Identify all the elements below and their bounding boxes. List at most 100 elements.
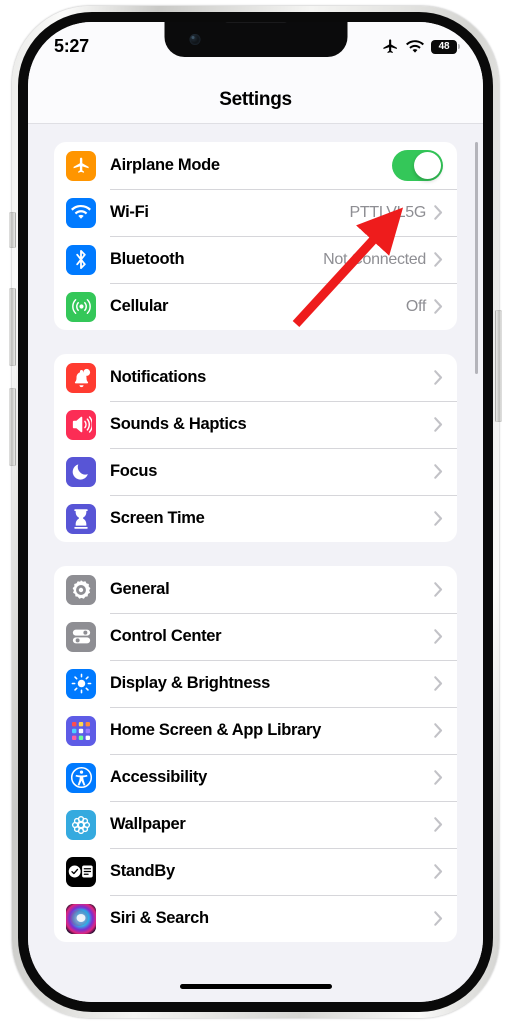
- settings-row-label: Home Screen & App Library: [110, 721, 322, 739]
- bluetooth-icon: [66, 244, 96, 275]
- row-separator: [110, 895, 457, 896]
- airplane-icon: [382, 38, 399, 55]
- chevron-right-icon: [434, 911, 443, 926]
- row-separator: [110, 848, 457, 849]
- row-separator: [110, 448, 457, 449]
- settings-row-label: Focus: [110, 462, 158, 480]
- front-camera-icon: [189, 34, 200, 45]
- row-separator: [110, 189, 457, 190]
- chevron-right-icon: [434, 370, 443, 385]
- wifi-icon: [406, 39, 424, 54]
- settings-row-control-center[interactable]: Control Center: [54, 613, 457, 660]
- bell-icon: [66, 362, 96, 393]
- row-separator: [110, 495, 457, 496]
- settings-row-sounds-haptics[interactable]: Sounds & Haptics: [54, 401, 457, 448]
- settings-group-system: General Control Center Display & Brightn…: [54, 566, 457, 942]
- earpiece-speaker: [224, 22, 287, 23]
- settings-row-label: Screen Time: [110, 509, 205, 527]
- settings-row-label: Control Center: [110, 627, 222, 645]
- chevron-right-icon: [434, 582, 443, 597]
- settings-row-cellular[interactable]: Cellular Off: [54, 283, 457, 330]
- row-separator: [110, 801, 457, 802]
- settings-row-wi-fi[interactable]: Wi-Fi PTTLVL5G: [54, 189, 457, 236]
- chevron-right-icon: [434, 511, 443, 526]
- chevron-right-icon: [434, 252, 443, 267]
- vertical-scrollbar[interactable]: [475, 142, 478, 374]
- settings-group-alerts: Notifications Sounds & Haptics Focus Scre…: [54, 354, 457, 542]
- settings-row-screen-time[interactable]: Screen Time: [54, 495, 457, 542]
- settings-row-bluetooth[interactable]: Bluetooth Not Connected: [54, 236, 457, 283]
- settings-row-label: Wallpaper: [110, 815, 186, 833]
- settings-row-general[interactable]: General: [54, 566, 457, 613]
- chevron-right-icon: [434, 417, 443, 432]
- volume-down-button[interactable]: [9, 388, 16, 466]
- chevron-right-icon: [434, 464, 443, 479]
- chevron-right-icon: [434, 205, 443, 220]
- chevron-right-icon: [434, 723, 443, 738]
- chevron-right-icon: [434, 817, 443, 832]
- row-separator: [110, 707, 457, 708]
- siri-icon: [66, 903, 96, 934]
- settings-row-label: General: [110, 580, 170, 598]
- settings-row-standby[interactable]: StandBy: [54, 848, 457, 895]
- chevron-right-icon: [434, 676, 443, 691]
- settings-row-label: Bluetooth: [110, 250, 185, 268]
- chevron-right-icon: [434, 629, 443, 644]
- speaker-icon: [66, 409, 96, 440]
- settings-row-airplane-mode[interactable]: Airplane Mode: [54, 142, 457, 189]
- settings-row-display-brightness[interactable]: Display & Brightness: [54, 660, 457, 707]
- settings-row-label: Notifications: [110, 368, 207, 386]
- page-title: Settings: [219, 88, 292, 110]
- settings-row-focus[interactable]: Focus: [54, 448, 457, 495]
- settings-row-label: StandBy: [110, 862, 175, 880]
- phone-screen: 5:27 48 Settings Airplane Mode Wi-Fi PTT…: [28, 22, 483, 1002]
- status-bar-indicators: 48: [382, 36, 460, 55]
- status-bar-clock: 5:27: [54, 36, 89, 56]
- settings-row-siri-search[interactable]: Siri & Search: [54, 895, 457, 942]
- settings-row-label: Airplane Mode: [110, 156, 220, 174]
- settings-group-connectivity: Airplane Mode Wi-Fi PTTLVL5G Bluetooth Not C…: [54, 142, 457, 330]
- settings-row-home-screen-app-library[interactable]: Home Screen & App Library: [54, 707, 457, 754]
- chevron-right-icon: [434, 864, 443, 879]
- app-grid-icon: [66, 715, 96, 746]
- display-notch: [164, 22, 347, 57]
- chevron-right-icon: [434, 299, 443, 314]
- volume-up-button[interactable]: [9, 288, 16, 366]
- settings-row-notifications[interactable]: Notifications: [54, 354, 457, 401]
- row-separator: [110, 660, 457, 661]
- settings-scroll-view[interactable]: Airplane Mode Wi-Fi PTTLVL5G Bluetooth Not C…: [28, 124, 483, 1002]
- wifi-icon: [66, 197, 96, 228]
- airplane-mode-toggle[interactable]: [392, 150, 443, 181]
- power-button[interactable]: [495, 310, 502, 422]
- settings-row-label: Siri & Search: [110, 909, 209, 927]
- row-separator: [110, 236, 457, 237]
- sliders-icon: [66, 621, 96, 652]
- settings-row-value: Not Connected: [323, 250, 426, 268]
- row-separator: [110, 401, 457, 402]
- battery-percent-label: 48: [438, 41, 450, 52]
- screenshot-root: 5:27 48 Settings Airplane Mode Wi-Fi PTT…: [0, 0, 511, 1024]
- battery-indicator: 48: [431, 39, 460, 54]
- cellular-icon: [66, 291, 96, 322]
- row-separator: [110, 754, 457, 755]
- standby-icon: [66, 856, 96, 887]
- settings-row-accessibility[interactable]: Accessibility: [54, 754, 457, 801]
- chevron-right-icon: [434, 770, 443, 785]
- settings-row-label: Wi-Fi: [110, 203, 149, 221]
- gear-icon: [66, 574, 96, 605]
- brightness-icon: [66, 668, 96, 699]
- flower-icon: [66, 809, 96, 840]
- settings-row-label: Accessibility: [110, 768, 207, 786]
- home-indicator: [179, 984, 332, 989]
- settings-row-wallpaper[interactable]: Wallpaper: [54, 801, 457, 848]
- mute-switch-button[interactable]: [9, 212, 16, 248]
- toggle-knob: [414, 152, 441, 179]
- settings-row-value: PTTLVL5G: [349, 203, 427, 221]
- airplane-icon: [66, 150, 96, 181]
- settings-row-label: Display & Brightness: [110, 674, 270, 692]
- hourglass-icon: [66, 503, 96, 534]
- row-separator: [110, 283, 457, 284]
- settings-row-label: Sounds & Haptics: [110, 415, 247, 433]
- moon-icon: [66, 456, 96, 487]
- settings-row-label: Cellular: [110, 297, 169, 315]
